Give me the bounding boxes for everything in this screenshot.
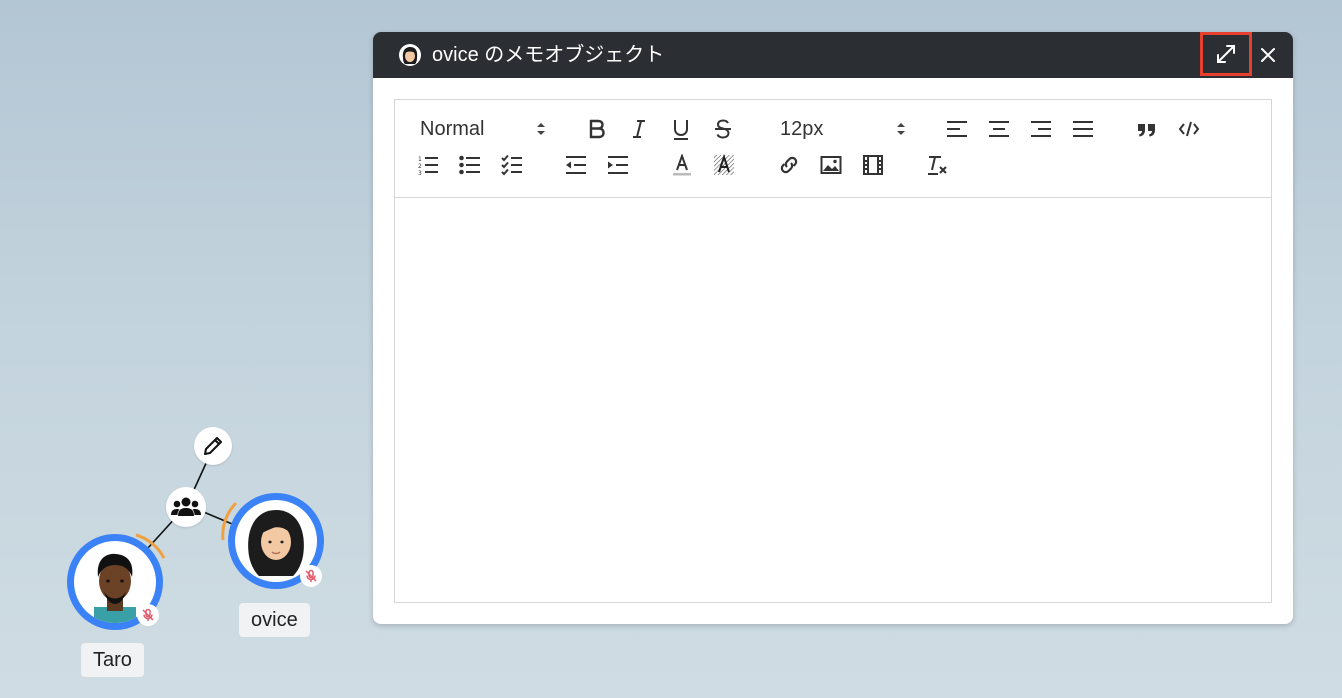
ordered-list-button[interactable]: 123 [414, 151, 442, 179]
align-left-button[interactable] [943, 115, 971, 143]
align-justify-icon [1073, 121, 1093, 137]
code-icon [1178, 121, 1200, 137]
svg-text:2: 2 [418, 163, 422, 170]
memo-window: ovice のメモオブジェクト Normal 12px 1 2 3 [373, 32, 1293, 624]
check-list-icon [501, 154, 522, 176]
video-icon [863, 155, 883, 175]
edit-group-button[interactable] [194, 427, 232, 465]
align-justify-button[interactable] [1069, 115, 1097, 143]
avatar-ovice[interactable] [228, 493, 324, 589]
svg-text:1: 1 [418, 156, 422, 163]
video-button[interactable] [859, 151, 887, 179]
close-button[interactable] [1255, 42, 1281, 68]
close-icon [1261, 48, 1275, 62]
pencil-icon [204, 437, 222, 455]
outdent-button[interactable] [562, 151, 590, 179]
expand-button[interactable] [1200, 32, 1252, 76]
bold-button[interactable] [583, 115, 611, 143]
code-button[interactable] [1175, 115, 1203, 143]
editor-content-area[interactable] [395, 198, 1271, 602]
group-users-icon [171, 497, 201, 516]
memo-title: ovice のメモオブジェクト [432, 44, 665, 66]
italic-icon [633, 120, 645, 138]
align-center-button[interactable] [985, 115, 1013, 143]
group-button[interactable] [166, 487, 206, 527]
image-icon [820, 156, 842, 174]
align-center-icon [989, 121, 1009, 137]
memo-titlebar[interactable]: ovice のメモオブジェクト [373, 32, 1293, 78]
bullet-list-icon [459, 155, 480, 175]
mic-muted-icon [142, 608, 154, 621]
link-button[interactable] [775, 151, 803, 179]
clear-format-button[interactable] [923, 151, 951, 179]
bold-icon [589, 119, 605, 139]
image-button[interactable] [817, 151, 845, 179]
user-avatar-icon [399, 44, 421, 66]
heading-select[interactable]: Normal [420, 115, 546, 143]
rich-text-editor: Normal 12px 1 2 3 [394, 99, 1272, 603]
indent-icon [608, 156, 628, 174]
outdent-icon [566, 156, 586, 174]
heading-select-value: Normal [420, 117, 485, 140]
mic-status-ovice [300, 565, 322, 587]
align-right-button[interactable] [1027, 115, 1055, 143]
avatar-taro[interactable] [67, 534, 163, 630]
font-size-select-value: 12px [780, 117, 824, 140]
indent-button[interactable] [604, 151, 632, 179]
text-color-button[interactable] [668, 151, 696, 179]
strikethrough-button[interactable] [709, 115, 737, 143]
blockquote-button[interactable] [1133, 115, 1161, 143]
link-icon [780, 156, 798, 174]
group-connection-lines [127, 447, 271, 571]
text-color-icon [673, 154, 691, 176]
underline-icon [674, 120, 688, 140]
ordered-list-icon: 123 [418, 156, 438, 176]
up-down-arrows-icon [897, 123, 905, 135]
user-name-taro: Taro [81, 643, 144, 677]
font-size-select[interactable]: 12px [780, 115, 906, 143]
blockquote-icon [1138, 124, 1155, 137]
up-down-arrows-icon [537, 123, 545, 135]
strikethrough-icon [715, 119, 731, 139]
mic-status-taro [137, 604, 159, 626]
mic-muted-icon [305, 569, 317, 582]
align-left-icon [947, 121, 967, 137]
background-color-button[interactable] [710, 151, 738, 179]
clear-format-icon [928, 156, 947, 175]
check-list-button[interactable] [498, 151, 526, 179]
background-color-icon [714, 154, 734, 175]
editor-toolbar: Normal 12px 1 2 3 [395, 100, 1271, 198]
expand-diagonal-icon [1217, 45, 1235, 63]
user-name-ovice: ovice [239, 603, 310, 637]
bullet-list-button[interactable] [456, 151, 484, 179]
italic-button[interactable] [625, 115, 653, 143]
underline-button[interactable] [667, 115, 695, 143]
svg-text:3: 3 [418, 170, 422, 176]
align-right-icon [1031, 121, 1051, 137]
